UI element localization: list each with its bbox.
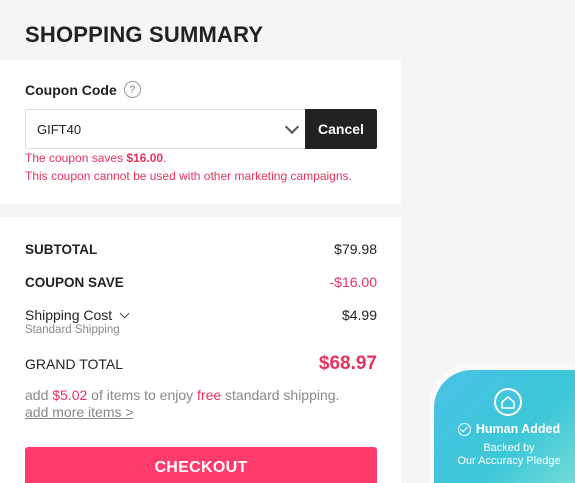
coupon-card: Coupon Code ? GIFT40 Cancel The coupon s…	[0, 60, 401, 204]
shipping-toggle[interactable]: Shipping Cost	[25, 307, 130, 323]
page-title: SHOPPING SUMMARY	[25, 22, 264, 47]
coupon-label: Coupon Code	[25, 81, 117, 98]
grand-total-value: $68.97	[318, 353, 377, 374]
free-ship-text-2: of items to enjoy	[87, 387, 198, 403]
coupon-save-label: COUPON SAVE	[25, 275, 124, 290]
savings-amount: $16.00	[126, 151, 164, 165]
subtotal-label: SUBTOTAL	[25, 242, 98, 257]
shipping-row: Shipping Cost $4.99	[25, 307, 377, 323]
check-circle-icon	[457, 422, 471, 436]
shipping-method: Standard Shipping	[25, 324, 120, 336]
free-ship-text-3: standard shipping.	[221, 387, 340, 403]
coupon-save-value: -$16.00	[329, 274, 377, 290]
subtotal-row: SUBTOTAL $79.98	[25, 241, 377, 257]
coupon-savings-message: The coupon saves $16.00.	[25, 151, 166, 165]
accuracy-pledge-badge[interactable]: Human Added Backed by Our Accuracy Pledg…	[434, 370, 575, 483]
subtotal-value: $79.98	[334, 241, 377, 257]
badge-subtitle-2: Our Accuracy Pledge	[457, 455, 561, 467]
badge-subtitle-1: Backed by	[483, 442, 535, 454]
house-icon	[501, 396, 515, 409]
free-ship-amount: $5.02	[52, 387, 88, 403]
free-ship-text-1: add	[25, 387, 53, 403]
coupon-warning-message: This coupon cannot be used with other ma…	[25, 169, 352, 183]
coupon-save-row: COUPON SAVE -$16.00	[25, 274, 377, 290]
badge-title-row: Human Added	[434, 422, 575, 436]
add-more-items-link[interactable]: add more items >	[25, 404, 134, 420]
free-ship-free: free	[197, 387, 222, 403]
savings-suffix: .	[163, 151, 167, 165]
checkout-button[interactable]: CHECKOUT	[25, 447, 377, 483]
badge-title: Human Added	[475, 422, 561, 436]
chevron-down-icon	[284, 119, 300, 135]
shipping-label: Shipping Cost	[25, 307, 113, 323]
grand-total-row: GRAND TOTAL $68.97	[25, 353, 377, 375]
coupon-label-row: Coupon Code ?	[25, 81, 141, 98]
cancel-coupon-button[interactable]: Cancel	[305, 109, 377, 149]
coupon-select[interactable]: GIFT40	[25, 109, 305, 149]
coupon-selected-value: GIFT40	[37, 121, 82, 137]
chevron-down-icon	[119, 308, 130, 318]
grand-total-label: GRAND TOTAL	[25, 356, 124, 372]
question-circle-icon[interactable]: ?	[123, 81, 141, 98]
badge-logo-icon	[494, 388, 522, 416]
shipping-value: $4.99	[341, 307, 377, 323]
savings-prefix: The coupon saves	[25, 151, 127, 165]
free-shipping-notice: add $5.02 of items to enjoy free standar…	[25, 387, 339, 404]
summary-card: SUBTOTAL $79.98 COUPON SAVE -$16.00 Ship…	[0, 217, 401, 483]
